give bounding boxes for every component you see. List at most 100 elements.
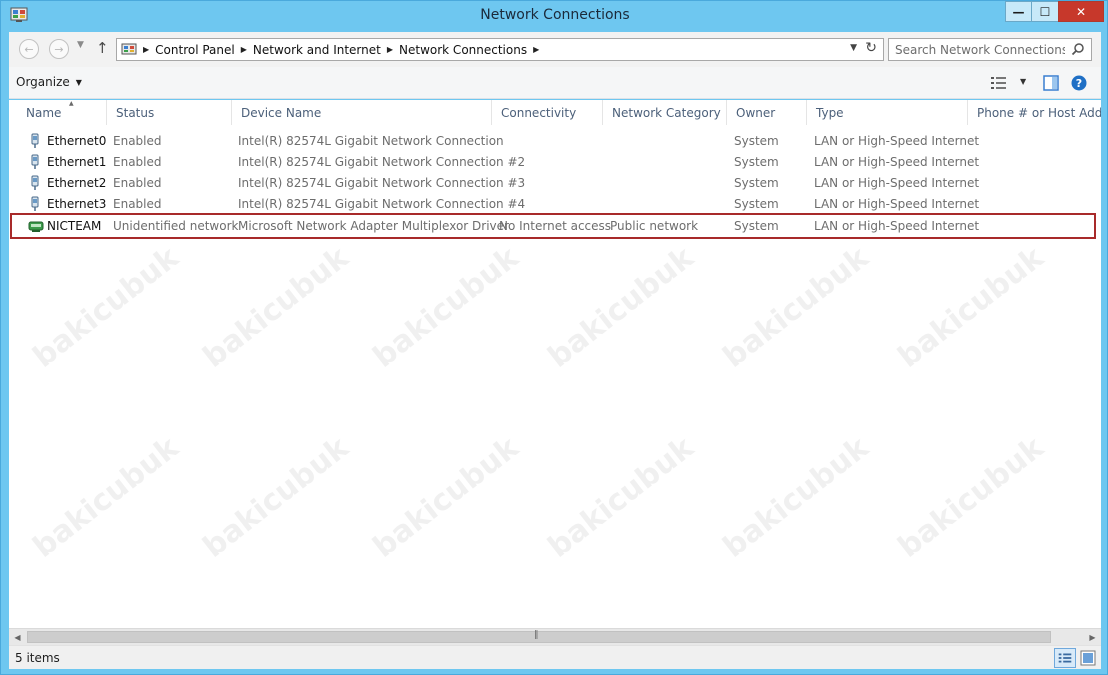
connection-status: Unidentified network (113, 219, 239, 233)
large-icons-view-icon[interactable] (1079, 649, 1097, 667)
address-history-chevron-icon[interactable]: ▼ (850, 43, 857, 53)
scroll-right-arrow-icon[interactable]: ▶ (1084, 629, 1101, 646)
connection-status: Enabled (113, 155, 162, 169)
command-bar: Organize ▼ ▼ ? (9, 67, 1101, 99)
address-bar[interactable]: ▶ Control Panel ▶ Network and Internet ▶… (116, 38, 884, 61)
connection-status: Enabled (113, 134, 162, 148)
forward-arrow-icon[interactable]: → (49, 39, 69, 59)
table-row[interactable]: Ethernet1 Enabled Intel(R) 82574L Gigabi… (9, 152, 1101, 173)
connection-type: LAN or High-Speed Internet (814, 155, 980, 169)
column-header-connectivity[interactable]: Connectivity (492, 100, 603, 125)
column-header-status[interactable]: Status (107, 100, 232, 125)
owner: System (734, 197, 779, 211)
device-name: Intel(R) 82574L Gigabit Network Connecti… (238, 155, 526, 169)
breadcrumb-separator-icon[interactable]: ▶ (533, 45, 539, 54)
search-input[interactable] (895, 41, 1065, 58)
table-row[interactable]: Ethernet2 Enabled Intel(R) 82574L Gigabi… (9, 173, 1101, 194)
minimize-button[interactable]: — (1005, 1, 1031, 22)
column-label: Status (116, 106, 155, 120)
watermark: bakicubuk (26, 430, 186, 565)
watermark: bakicubuk (196, 430, 356, 565)
connection-name: NICTEAM (47, 219, 102, 233)
refresh-icon[interactable]: ↻ (865, 40, 877, 56)
column-label: Phone # or Host Address (977, 106, 1101, 120)
column-header-network-category[interactable]: Network Category (603, 100, 727, 125)
back-arrow-icon[interactable]: ← (19, 39, 39, 59)
breadcrumb-network-connections[interactable]: Network Connections (399, 43, 527, 57)
column-header-device-name[interactable]: Device Name (232, 100, 492, 125)
device-name: Intel(R) 82574L Gigabit Network Connecti… (238, 176, 526, 190)
column-label: Name (26, 106, 62, 120)
details-view-icon[interactable] (1054, 648, 1076, 668)
svg-text:?: ? (1076, 77, 1082, 90)
window-title: Network Connections (480, 7, 630, 23)
watermark: bakicubuk (541, 430, 701, 565)
column-header-type[interactable]: Type (807, 100, 968, 125)
watermark: bakicubuk (716, 240, 876, 375)
owner: System (734, 134, 779, 148)
ethernet-adapter-icon (31, 175, 39, 190)
connectivity: No Internet access (499, 219, 612, 233)
watermark: bakicubuk (196, 240, 356, 375)
connection-name: Ethernet1 (47, 155, 107, 169)
up-arrow-icon[interactable]: ↑ (96, 39, 109, 57)
navigation-bar: ← → ▼ ↑ ▶ Control Panel ▶ Network and In… (9, 32, 1101, 67)
device-name: Intel(R) 82574L Gigabit Network Connecti… (238, 197, 526, 211)
item-count: 5 items (15, 651, 60, 665)
connection-type: LAN or High-Speed Internet (814, 176, 980, 190)
connection-type: LAN or High-Speed Internet (814, 134, 980, 148)
search-box[interactable] (888, 38, 1092, 61)
connection-name: Ethernet0 (47, 134, 107, 148)
breadcrumb-separator-icon[interactable]: ▶ (241, 45, 247, 54)
control-panel-icon (121, 43, 137, 54)
watermark: bakicubuk (891, 430, 1051, 565)
table-row-highlighted[interactable]: NICTEAM Unidentified network Microsoft N… (10, 213, 1096, 239)
breadcrumb-separator-icon[interactable]: ▶ (143, 45, 149, 54)
breadcrumb-control-panel[interactable]: Control Panel (155, 43, 235, 57)
table-row[interactable]: Ethernet0 Enabled Intel(R) 82574L Gigabi… (9, 131, 1101, 152)
connections-list: ▲ Name Status Device Name Connectivity N… (9, 100, 1101, 628)
owner: System (734, 176, 779, 190)
title-bar[interactable]: Network Connections — ☐ ✕ (1, 1, 1108, 32)
owner: System (734, 219, 779, 233)
device-name: Microsoft Network Adapter Multiplexor Dr… (238, 219, 509, 233)
scroll-left-arrow-icon[interactable]: ◀ (9, 629, 26, 646)
watermark: bakicubuk (26, 240, 186, 375)
device-name: Intel(R) 82574L Gigabit Network Connecti… (238, 134, 504, 148)
watermark: bakicubuk (716, 430, 876, 565)
connection-name: Ethernet3 (47, 197, 107, 211)
recent-locations-chevron-icon[interactable]: ▼ (77, 40, 84, 50)
scrollbar-thumb[interactable]: ‖ (27, 630, 1051, 643)
grip-icon: ‖ (534, 630, 539, 640)
network-team-icon (28, 221, 44, 232)
connection-status: Enabled (113, 176, 162, 190)
sort-ascending-icon: ▲ (69, 100, 74, 107)
breadcrumb-separator-icon[interactable]: ▶ (387, 45, 393, 54)
column-header-name[interactable]: ▲ Name (17, 100, 107, 125)
breadcrumb-network-and-internet[interactable]: Network and Internet (253, 43, 381, 57)
network-category: Public network (610, 219, 699, 233)
ethernet-adapter-icon (31, 196, 39, 211)
help-icon[interactable]: ? (1071, 75, 1087, 91)
view-options-chevron-icon[interactable]: ▼ (1020, 77, 1026, 86)
watermark: bakicubuk (891, 240, 1051, 375)
owner: System (734, 155, 779, 169)
horizontal-scrollbar[interactable]: ◀ ‖ ▶ (9, 628, 1101, 645)
organize-button[interactable]: Organize ▼ (16, 75, 82, 89)
column-header-owner[interactable]: Owner (727, 100, 807, 125)
search-icon[interactable] (1071, 42, 1085, 56)
organize-label: Organize (16, 75, 70, 89)
change-view-icon[interactable] (991, 76, 1007, 90)
chevron-down-icon: ▼ (75, 77, 82, 87)
column-label: Connectivity (501, 106, 577, 120)
table-row[interactable]: Ethernet3 Enabled Intel(R) 82574L Gigabi… (9, 194, 1101, 215)
connection-status: Enabled (113, 197, 162, 211)
watermark: bakicubuk (366, 430, 526, 565)
maximize-button[interactable]: ☐ (1031, 1, 1058, 22)
preview-pane-icon[interactable] (1043, 75, 1059, 91)
close-button[interactable]: ✕ (1058, 1, 1104, 22)
watermark: bakicubuk (366, 240, 526, 375)
status-bar: 5 items (9, 645, 1101, 669)
column-label: Network Category (612, 106, 721, 120)
column-header-phone-host[interactable]: Phone # or Host Address (968, 100, 1101, 125)
